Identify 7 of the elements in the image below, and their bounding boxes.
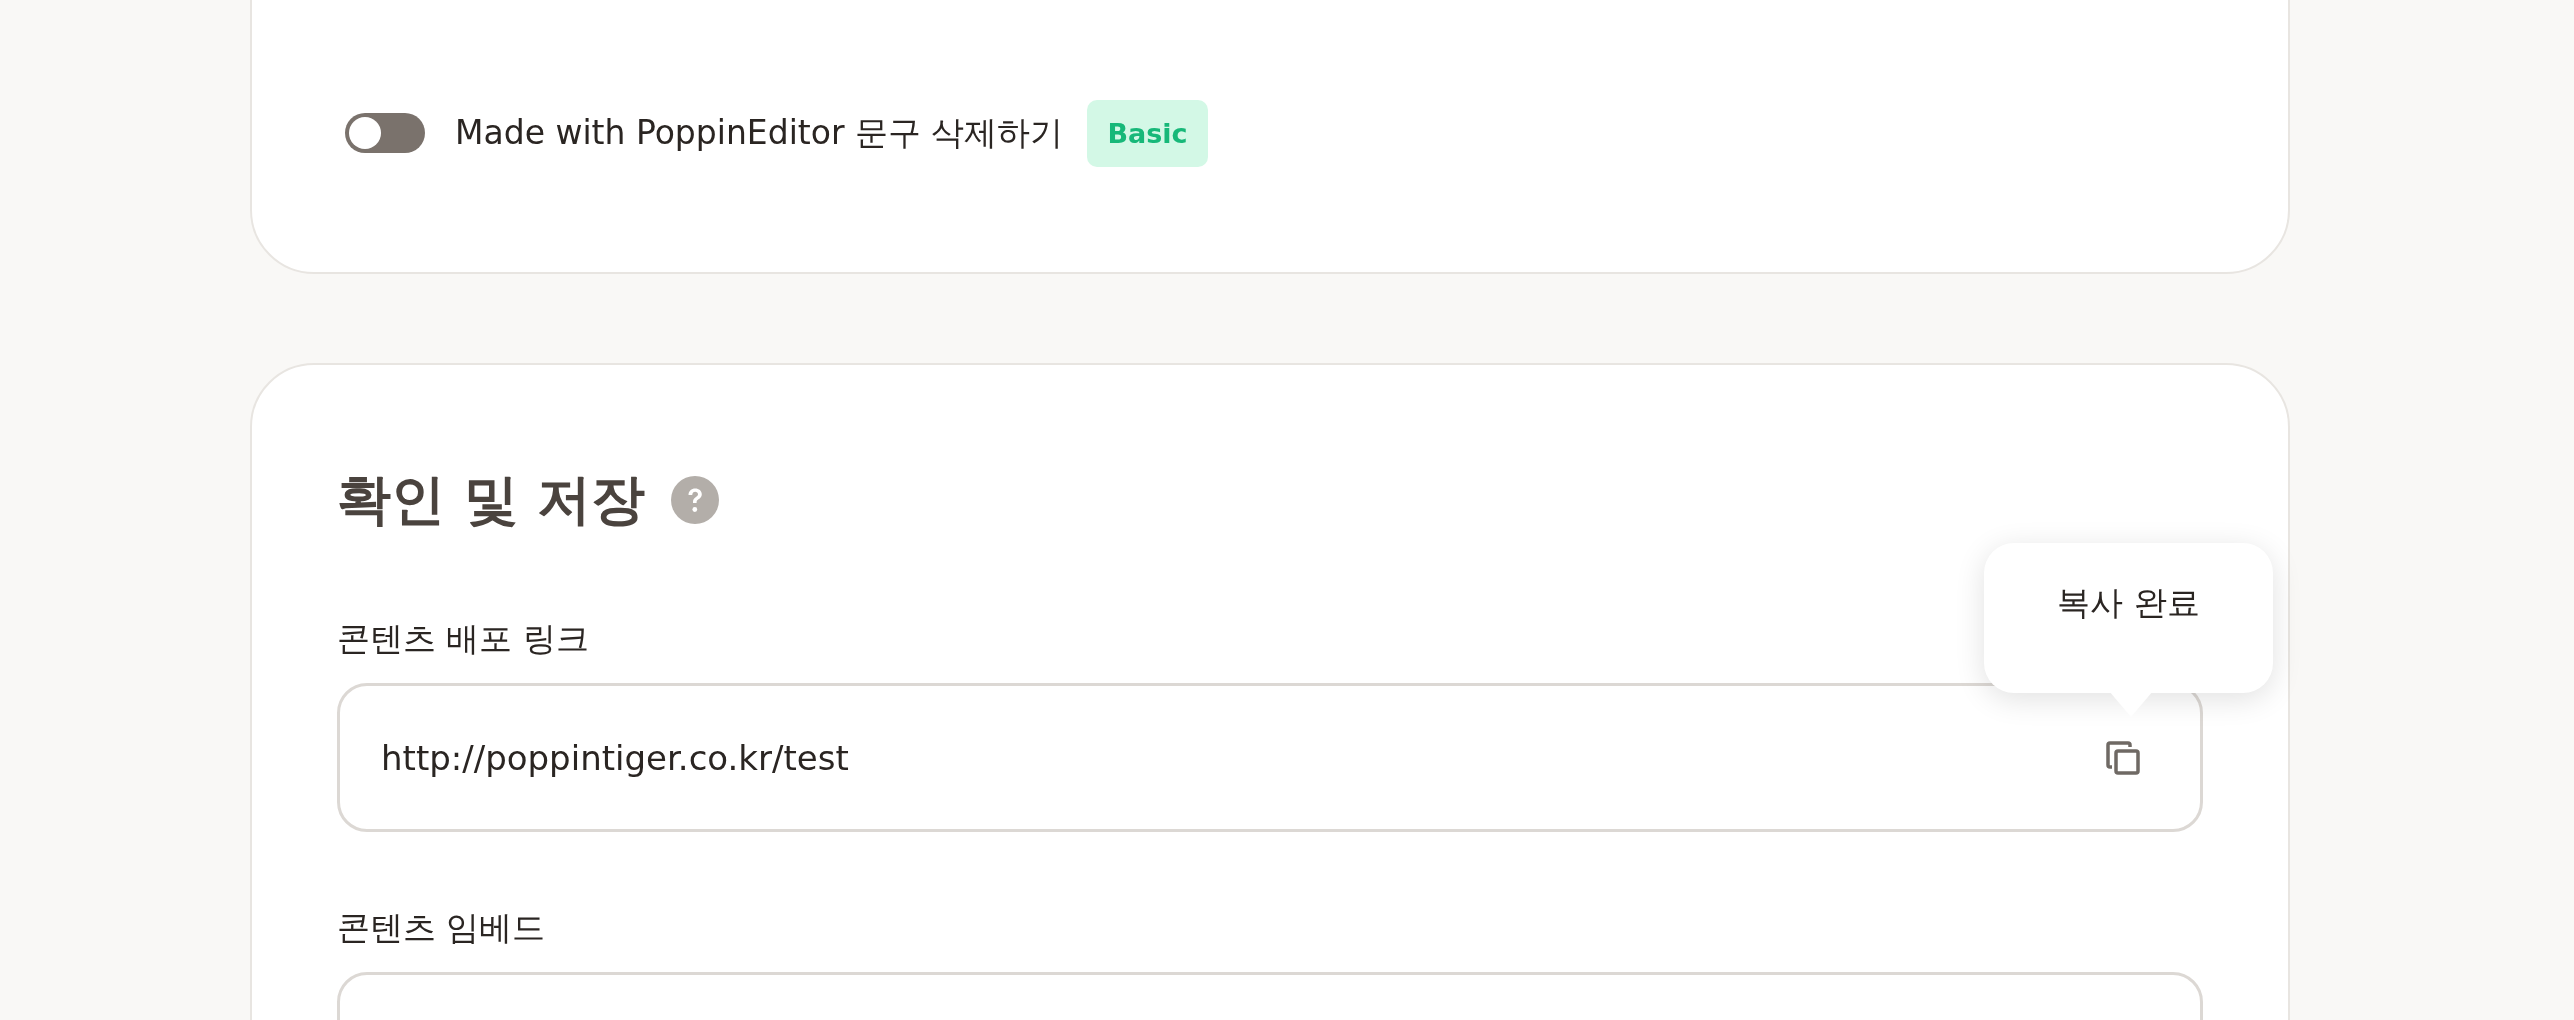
plan-badge: Basic [1087, 99, 1208, 167]
field-label: 콘텐츠 배포 링크 [337, 618, 590, 660]
toggle-switch[interactable] [345, 113, 425, 153]
toggle-label: Made with PoppinEditor 문구 삭제하기 [455, 111, 1064, 154]
field-label: 콘텐츠 임베드 [337, 907, 547, 949]
input-field[interactable]: http://poppintiger.co.kr/test [337, 683, 2203, 832]
section-title: 확인 및 저장 [337, 466, 645, 533]
